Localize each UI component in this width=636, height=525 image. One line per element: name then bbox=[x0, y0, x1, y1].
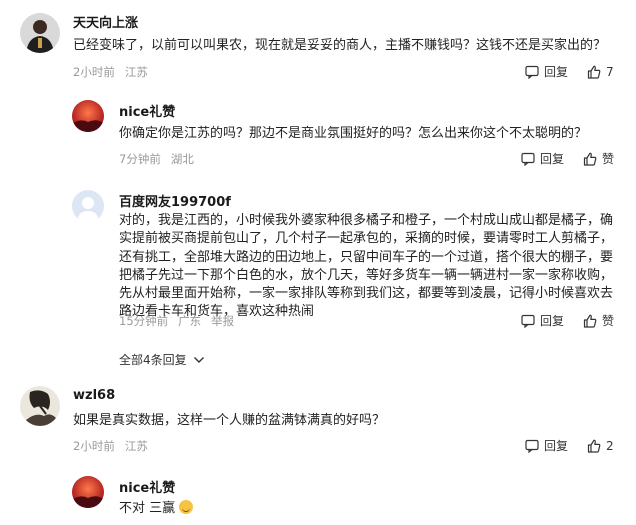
comment-actions: 回复 2 bbox=[525, 437, 614, 454]
like-count: 7 bbox=[606, 64, 614, 79]
reply-label: 回复 bbox=[544, 439, 569, 453]
comment-meta: 2小时前 江苏 bbox=[73, 64, 158, 80]
thumbs-up-icon bbox=[587, 65, 601, 79]
comment-time: 7分钟前 bbox=[119, 152, 161, 166]
comment-time: 2小时前 bbox=[73, 439, 115, 453]
report-link[interactable]: 举报 bbox=[211, 314, 234, 328]
comment-author[interactable]: wzl68 bbox=[73, 388, 115, 403]
avatar[interactable] bbox=[72, 100, 104, 132]
like-button[interactable]: 赞 bbox=[583, 150, 614, 167]
comment-text: 已经变味了，以前可以叫果农，现在就是妥妥的商人，主播不赚钱吗？这钱不还是买家出的… bbox=[73, 38, 607, 53]
comment-text-row: 不对 三赢 bbox=[119, 500, 614, 518]
reply-label: 回复 bbox=[540, 314, 565, 328]
comment-author[interactable]: nice礼赞 bbox=[119, 101, 175, 120]
chevron-down-icon bbox=[193, 356, 204, 363]
avatar[interactable] bbox=[72, 190, 104, 222]
avatar[interactable] bbox=[72, 476, 104, 508]
comment-meta: 7分钟前 湖北 bbox=[119, 151, 204, 167]
comment-text: 如果是真实数据，这样一个人赚的盆满钵满真的好吗？ bbox=[73, 413, 386, 428]
comment-actions: 回复 7 bbox=[525, 63, 614, 80]
like-button[interactable]: 7 bbox=[587, 65, 614, 79]
comment-meta: 2小时前 江苏 bbox=[73, 438, 158, 454]
comment-location: 湖北 bbox=[170, 152, 194, 166]
like-button[interactable]: 2 bbox=[587, 439, 614, 453]
comment-text: 对的，我是江西的，小时候我外婆家种很多橘子和橙子，一个村成山成山都是橘子，确实提… bbox=[119, 213, 614, 320]
comment-meta: 15分钟前 广东 举报 bbox=[119, 313, 244, 329]
like-label: 赞 bbox=[602, 152, 615, 166]
thumbs-up-icon bbox=[587, 439, 601, 453]
comment-icon bbox=[525, 65, 539, 79]
like-button[interactable]: 赞 bbox=[583, 312, 614, 329]
reply-button[interactable]: 回复 bbox=[525, 63, 568, 80]
comment-location: 江苏 bbox=[124, 439, 148, 453]
comment-text: 你确定你是江苏的吗？那边不是商业氛围挺好的吗？怎么出来你这个不太聪明的？ bbox=[119, 126, 588, 141]
comment-location: 江苏 bbox=[124, 65, 148, 79]
comment-time: 15分钟前 bbox=[119, 314, 169, 328]
comment-icon bbox=[521, 152, 535, 166]
avatar[interactable] bbox=[20, 13, 60, 53]
thumbs-up-icon bbox=[583, 152, 597, 166]
reply-label: 回复 bbox=[540, 152, 565, 166]
reply-label: 回复 bbox=[544, 65, 569, 79]
comment-icon bbox=[521, 314, 535, 328]
avatar[interactable] bbox=[20, 386, 60, 426]
comment-location: 广东 bbox=[178, 314, 202, 328]
laughing-emoji-icon bbox=[179, 500, 194, 514]
comment-author[interactable]: nice礼赞 bbox=[119, 477, 175, 496]
expand-replies-label: 全部4条回复 bbox=[119, 353, 187, 367]
comment-author[interactable]: 天天向上涨 bbox=[73, 12, 138, 31]
comment-actions: 回复 赞 bbox=[521, 312, 614, 329]
reply-button[interactable]: 回复 bbox=[525, 437, 568, 454]
like-count: 2 bbox=[606, 438, 614, 453]
reply-button[interactable]: 回复 bbox=[521, 312, 564, 329]
comment-author[interactable]: 百度网友199700f bbox=[119, 191, 231, 210]
reply-button[interactable]: 回复 bbox=[521, 150, 564, 167]
like-label: 赞 bbox=[602, 314, 615, 328]
comment-text: 不对 三赢 bbox=[119, 501, 176, 516]
comment-actions: 回复 赞 bbox=[521, 150, 614, 167]
comment-time: 2小时前 bbox=[73, 65, 115, 79]
expand-replies-button[interactable]: 全部4条回复 bbox=[119, 351, 205, 368]
comment-icon bbox=[525, 439, 539, 453]
thumbs-up-icon bbox=[583, 314, 597, 328]
